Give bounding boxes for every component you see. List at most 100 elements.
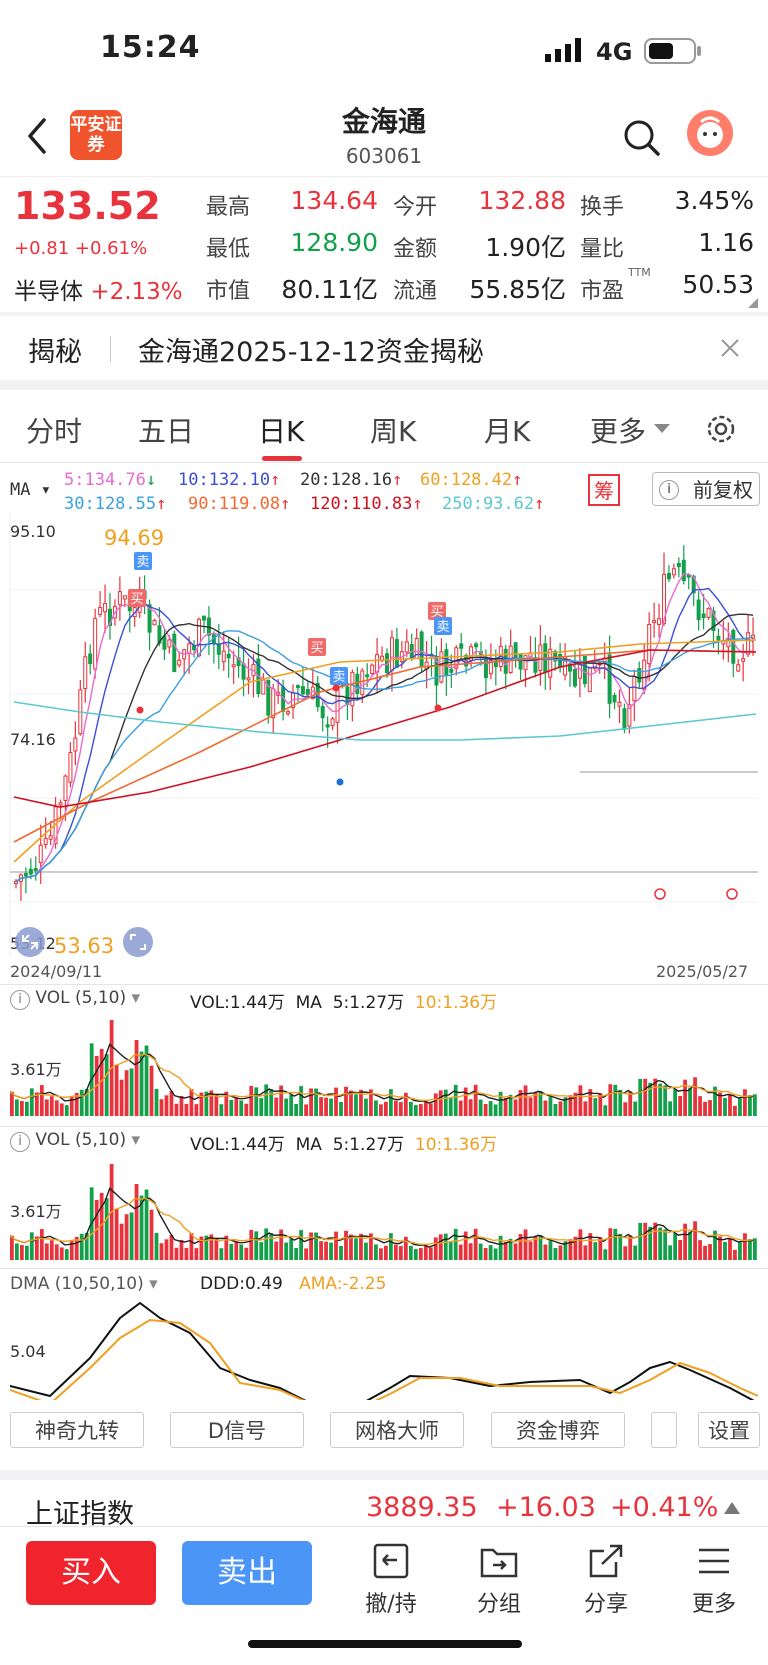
volume-bar — [299, 1230, 304, 1260]
zoom-out-icon[interactable] — [14, 926, 46, 958]
volume-bar — [413, 1249, 418, 1260]
more-label: 更多 — [691, 1592, 736, 1617]
quote-label: 量比 — [580, 237, 625, 262]
ma-legend-item: 250:93.62↑ — [442, 494, 544, 514]
volume-bar — [438, 1234, 443, 1260]
vol2-axis: 3.61万 — [10, 1202, 62, 1221]
share-button[interactable]: 分享 — [566, 1542, 646, 1618]
quote-label: 今开 — [393, 195, 438, 220]
tab-yuek[interactable]: 月K — [484, 410, 530, 450]
volume-bar — [423, 1100, 428, 1116]
ma-label[interactable]: MA ▾ — [10, 480, 51, 500]
volume-bar — [239, 1100, 244, 1116]
avatar[interactable] — [687, 110, 733, 156]
close-icon[interactable] — [720, 338, 740, 358]
volume-bar — [134, 1184, 139, 1260]
kline-candle — [370, 664, 375, 675]
tool-nine-turn[interactable]: 神奇九转 — [10, 1412, 144, 1448]
quote-value: 128.90 — [290, 228, 378, 257]
volume-bar — [54, 1244, 59, 1260]
kline-candle — [389, 637, 394, 671]
volume-bar — [408, 1245, 413, 1260]
sector-change-pct: +2.13% — [90, 279, 183, 305]
cancel-hold-button[interactable]: 撤/持 — [351, 1542, 431, 1618]
kline-candle — [518, 654, 523, 670]
group-button[interactable]: 分组 — [459, 1542, 539, 1618]
volume-bar — [528, 1097, 533, 1116]
tab-wuri[interactable]: 五日 — [138, 410, 194, 450]
volume-bar — [184, 1247, 189, 1260]
tool-grid-master[interactable]: 网格大师 — [330, 1412, 464, 1448]
kline-candle — [355, 673, 360, 694]
tool-settings[interactable]: 设置 — [698, 1412, 760, 1448]
folder-icon — [480, 1548, 518, 1578]
ma-value: 20:128.16 — [300, 470, 393, 490]
volume-bar — [613, 1228, 618, 1260]
price-adjust-button[interactable]: i 前复权 — [652, 472, 760, 506]
volume-chart-2[interactable] — [10, 1156, 758, 1260]
gear-icon[interactable] — [704, 412, 738, 446]
volume-bar — [339, 1245, 343, 1260]
kline-candle — [63, 775, 68, 801]
price-change-pct: +0.61% — [74, 238, 148, 259]
kline-candle — [177, 659, 182, 666]
vol-panel-1-header[interactable]: i VOL (5,10) ▾ — [10, 988, 140, 1010]
tool-hidden[interactable] — [651, 1412, 677, 1448]
kline-chart[interactable]: 卖买买买卖卖 — [0, 512, 768, 957]
sell-button[interactable]: 卖出 — [182, 1541, 312, 1605]
chip-distribution-button[interactable]: 筹 — [588, 474, 620, 506]
fullscreen-icon[interactable] — [122, 926, 154, 958]
ma-legend-item: 5:134.76↓ — [64, 470, 156, 490]
tab-zhouk[interactable]: 周K — [370, 410, 416, 450]
date-end: 2025/05/27 — [656, 962, 749, 981]
kline-candle — [122, 595, 127, 600]
volume-bar — [64, 1249, 69, 1260]
info-icon: i — [10, 1132, 30, 1152]
volume-bar — [159, 1099, 164, 1116]
volume-bar — [708, 1100, 712, 1116]
volume-bar — [79, 1089, 84, 1116]
date-start: 2024/09/11 — [10, 962, 103, 981]
buy-button[interactable]: 买入 — [26, 1541, 156, 1605]
tool-d-signal[interactable]: D信号 — [170, 1412, 304, 1448]
volume-bar — [44, 1243, 49, 1260]
more-button[interactable]: 更多 — [674, 1542, 754, 1618]
dma-chart[interactable] — [10, 1298, 758, 1400]
tab-more[interactable]: 更多 — [590, 410, 646, 450]
volume-bar — [164, 1239, 169, 1260]
vol1-vol: VOL:1.44万 — [190, 993, 285, 1013]
search-icon[interactable] — [622, 118, 662, 158]
ma-arrow: ↑ — [392, 470, 403, 490]
volume-bar — [14, 1243, 19, 1260]
quote-value: 132.88 — [478, 186, 566, 215]
star-marker-icon — [654, 888, 666, 900]
sector-change[interactable]: 半导体 +2.13% — [14, 272, 183, 306]
vol2-ma10: 10:1.36万 — [414, 1135, 498, 1155]
ma-legend-item: 30:128.55↑ — [64, 494, 166, 514]
signal-dot — [136, 706, 144, 714]
volume-chart-1[interactable] — [10, 1012, 758, 1116]
volume-bar — [468, 1099, 473, 1116]
volume-bar — [443, 1089, 448, 1116]
vol-panel-2-header[interactable]: i VOL (5,10) ▾ — [10, 1130, 140, 1152]
volume-bar — [673, 1233, 678, 1260]
tab-rik[interactable]: 日K — [258, 410, 304, 450]
volume-bar — [364, 1098, 368, 1116]
kline-candle — [474, 643, 479, 648]
dma-panel-header[interactable]: DMA (10,50,10) ▾ — [10, 1274, 158, 1294]
volume-bar — [184, 1103, 189, 1116]
signal-label: 卖 — [136, 555, 149, 570]
tab-fenshi[interactable]: 分时 — [26, 410, 82, 450]
fund-reveal-row[interactable]: 揭秘 金海通2025-12-12资金揭秘 — [0, 316, 768, 380]
volume-bar — [304, 1104, 308, 1116]
volume-bar — [329, 1098, 333, 1116]
kline-candle — [572, 668, 577, 687]
dma-ama: AMA:-2.25 — [299, 1274, 387, 1294]
ma-legend-item: 20:128.16↑ — [300, 470, 402, 490]
volume-bar — [503, 1097, 508, 1116]
volume-bar — [179, 1095, 184, 1116]
kline-candle — [38, 844, 43, 864]
network-label: 4G — [596, 38, 633, 66]
volume-bar — [79, 1233, 84, 1260]
tool-fund-game[interactable]: 资金博弈 — [491, 1412, 625, 1448]
